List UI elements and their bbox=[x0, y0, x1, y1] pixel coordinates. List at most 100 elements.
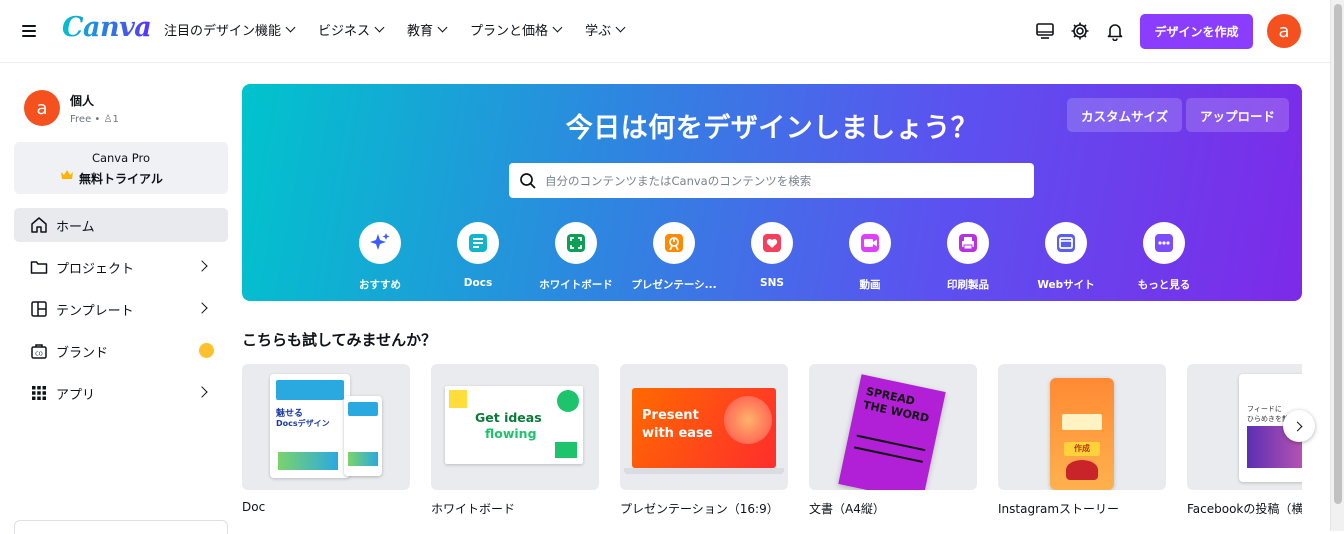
category-label: 動画 bbox=[859, 279, 881, 291]
card-caption: Instagramストーリー bbox=[998, 502, 1120, 516]
pro-trial-button[interactable]: Canva Pro 無料トライアル bbox=[14, 142, 228, 194]
card-thumbnail: 魅せる Docsデザイン bbox=[242, 364, 410, 490]
chevron-down-icon bbox=[374, 22, 385, 33]
card-caption: Doc bbox=[242, 500, 266, 514]
hero-banner: 今日は何をデザインしましょう？ カスタムサイズ アップロード おすすめ Docs… bbox=[242, 84, 1302, 301]
sidebar-item-label: テンプレート bbox=[56, 303, 134, 319]
design-card-instagram-story[interactable]: 作成 Instagramストーリー bbox=[998, 364, 1166, 517]
chevron-down-icon bbox=[437, 22, 448, 33]
create-design-button[interactable]: デザインを作成 bbox=[1140, 14, 1253, 49]
category-print[interactable]: 印刷製品 bbox=[920, 222, 1016, 292]
category-docs[interactable]: Docs bbox=[430, 222, 526, 289]
design-card-whiteboard[interactable]: Get ideas flowing ホワイトボード bbox=[431, 364, 599, 517]
top-bar: Canva 注目のデザイン機能 ビジネス 教育 プランと価格 学ぶ デザインを作… bbox=[0, 0, 1330, 63]
nav-pricing[interactable]: プランと価格 bbox=[470, 20, 563, 39]
category-whiteboard[interactable]: ホワイトボード bbox=[528, 222, 624, 292]
sidebar-bottom-panel[interactable] bbox=[14, 520, 228, 534]
card-caption: 文書（A4縦） bbox=[809, 502, 885, 516]
sidebar-item-label: ブランド bbox=[56, 345, 109, 361]
category-label: 印刷製品 bbox=[947, 279, 989, 291]
sidebar: a 個人 Free • ♙1 Canva Pro 無料トライアル ホーム プロジ… bbox=[0, 64, 242, 534]
heart-icon bbox=[763, 234, 781, 252]
design-card-doc[interactable]: 魅せる Docsデザイン Doc bbox=[242, 364, 410, 514]
sidebar-item-templates[interactable]: テンプレート bbox=[14, 292, 228, 326]
chevron-right-icon bbox=[196, 386, 208, 398]
trial-label: 無料トライアル bbox=[79, 172, 163, 186]
category-label: プレゼンテーシ... bbox=[631, 279, 717, 291]
card-caption: プレゼンテーション（16:9） bbox=[620, 502, 779, 516]
crown-badge-icon bbox=[199, 343, 214, 358]
sidebar-item-label: プロジェクト bbox=[56, 261, 135, 277]
crown-icon bbox=[61, 170, 73, 179]
card-thumbnail: 作成 bbox=[998, 364, 1166, 490]
design-card-a4-document[interactable]: SPREAD THE WORD 文書（A4縦） bbox=[809, 364, 977, 517]
search-bar[interactable] bbox=[509, 163, 1034, 198]
sidebar-item-label: ホーム bbox=[56, 219, 95, 235]
chevron-right-icon bbox=[196, 302, 208, 314]
design-card-facebook-post[interactable]: フィードに ひらめきを散らして Facebookの投稿（横 bbox=[1187, 364, 1302, 517]
more-dots-icon bbox=[1155, 234, 1173, 252]
category-presentation[interactable]: プレゼンテーシ... bbox=[626, 222, 722, 292]
card-thumbnail: SPREAD THE WORD bbox=[809, 364, 977, 490]
card-thumbnail: Get ideas flowing bbox=[431, 364, 599, 490]
sidebar-item-brand[interactable]: CO ブランド bbox=[14, 334, 228, 368]
account-name: 個人 bbox=[70, 93, 95, 108]
main-nav: 注目のデザイン機能 ビジネス 教育 プランと価格 学ぶ bbox=[164, 20, 648, 39]
search-icon bbox=[520, 172, 536, 189]
print-icon bbox=[959, 234, 977, 252]
nav-featured[interactable]: 注目のデザイン機能 bbox=[164, 20, 296, 39]
nav-learn[interactable]: 学ぶ bbox=[585, 20, 626, 39]
category-label: もっと見る bbox=[1137, 279, 1191, 291]
card-caption: Facebookの投稿（横 bbox=[1187, 502, 1302, 516]
category-video[interactable]: 動画 bbox=[822, 222, 918, 292]
upload-button[interactable]: アップロード bbox=[1186, 98, 1290, 132]
chevron-right-icon bbox=[196, 260, 208, 272]
sidebar-item-home[interactable]: ホーム bbox=[14, 208, 228, 242]
category-recommended[interactable]: おすすめ bbox=[332, 222, 428, 292]
video-icon bbox=[861, 234, 879, 252]
canva-logo[interactable]: Canva bbox=[62, 12, 152, 43]
category-label: ホワイトボード bbox=[539, 279, 613, 291]
avatar[interactable]: a bbox=[1267, 14, 1301, 48]
page-scrollbar[interactable] bbox=[1330, 0, 1344, 531]
folder-icon bbox=[30, 261, 48, 274]
account-plan: Free • ♙1 bbox=[70, 113, 119, 125]
nav-education[interactable]: 教育 bbox=[407, 20, 448, 39]
pro-label: Canva Pro bbox=[91, 151, 151, 165]
carousel-next-button[interactable] bbox=[1283, 410, 1315, 442]
account-avatar: a bbox=[24, 90, 60, 126]
scrollbar-thumb[interactable] bbox=[1334, 4, 1342, 504]
category-more[interactable]: もっと見る bbox=[1116, 222, 1212, 292]
website-icon bbox=[1057, 234, 1075, 252]
card-thumbnail: Present with ease bbox=[620, 364, 788, 490]
account-switcher[interactable]: a 個人 Free • ♙1 bbox=[24, 90, 119, 126]
svg-text:CO: CO bbox=[35, 352, 42, 358]
presentation-icon bbox=[665, 234, 683, 252]
design-card-presentation[interactable]: Present with ease プレゼンテーション（16:9） bbox=[620, 364, 788, 517]
category-sns[interactable]: SNS bbox=[724, 222, 820, 289]
gear-icon[interactable] bbox=[1070, 21, 1090, 41]
sidebar-item-projects[interactable]: プロジェクト bbox=[14, 250, 228, 284]
sidebar-item-label: アプリ bbox=[56, 387, 96, 403]
search-input[interactable] bbox=[545, 173, 1025, 188]
card-caption: ホワイトボード bbox=[431, 502, 516, 516]
docs-icon bbox=[469, 234, 487, 252]
desktop-app-icon[interactable] bbox=[1035, 21, 1055, 41]
home-icon bbox=[31, 217, 47, 233]
menu-icon[interactable] bbox=[22, 22, 42, 40]
category-label: SNS bbox=[760, 277, 784, 289]
bell-icon[interactable] bbox=[1105, 21, 1125, 41]
category-label: Webサイト bbox=[1037, 279, 1095, 291]
category-website[interactable]: Webサイト bbox=[1018, 222, 1114, 292]
custom-size-button[interactable]: カスタムサイズ bbox=[1067, 98, 1183, 132]
chevron-right-icon bbox=[1292, 421, 1303, 431]
template-icon bbox=[31, 301, 47, 317]
chevron-down-icon bbox=[552, 22, 563, 33]
category-label: おすすめ bbox=[359, 279, 401, 291]
nav-business[interactable]: ビジネス bbox=[318, 20, 385, 39]
apps-grid-icon bbox=[32, 386, 46, 400]
category-label: Docs bbox=[463, 277, 493, 289]
chevron-down-icon bbox=[285, 22, 296, 33]
sidebar-item-apps[interactable]: アプリ bbox=[14, 376, 228, 410]
sparkle-icon bbox=[370, 233, 390, 250]
